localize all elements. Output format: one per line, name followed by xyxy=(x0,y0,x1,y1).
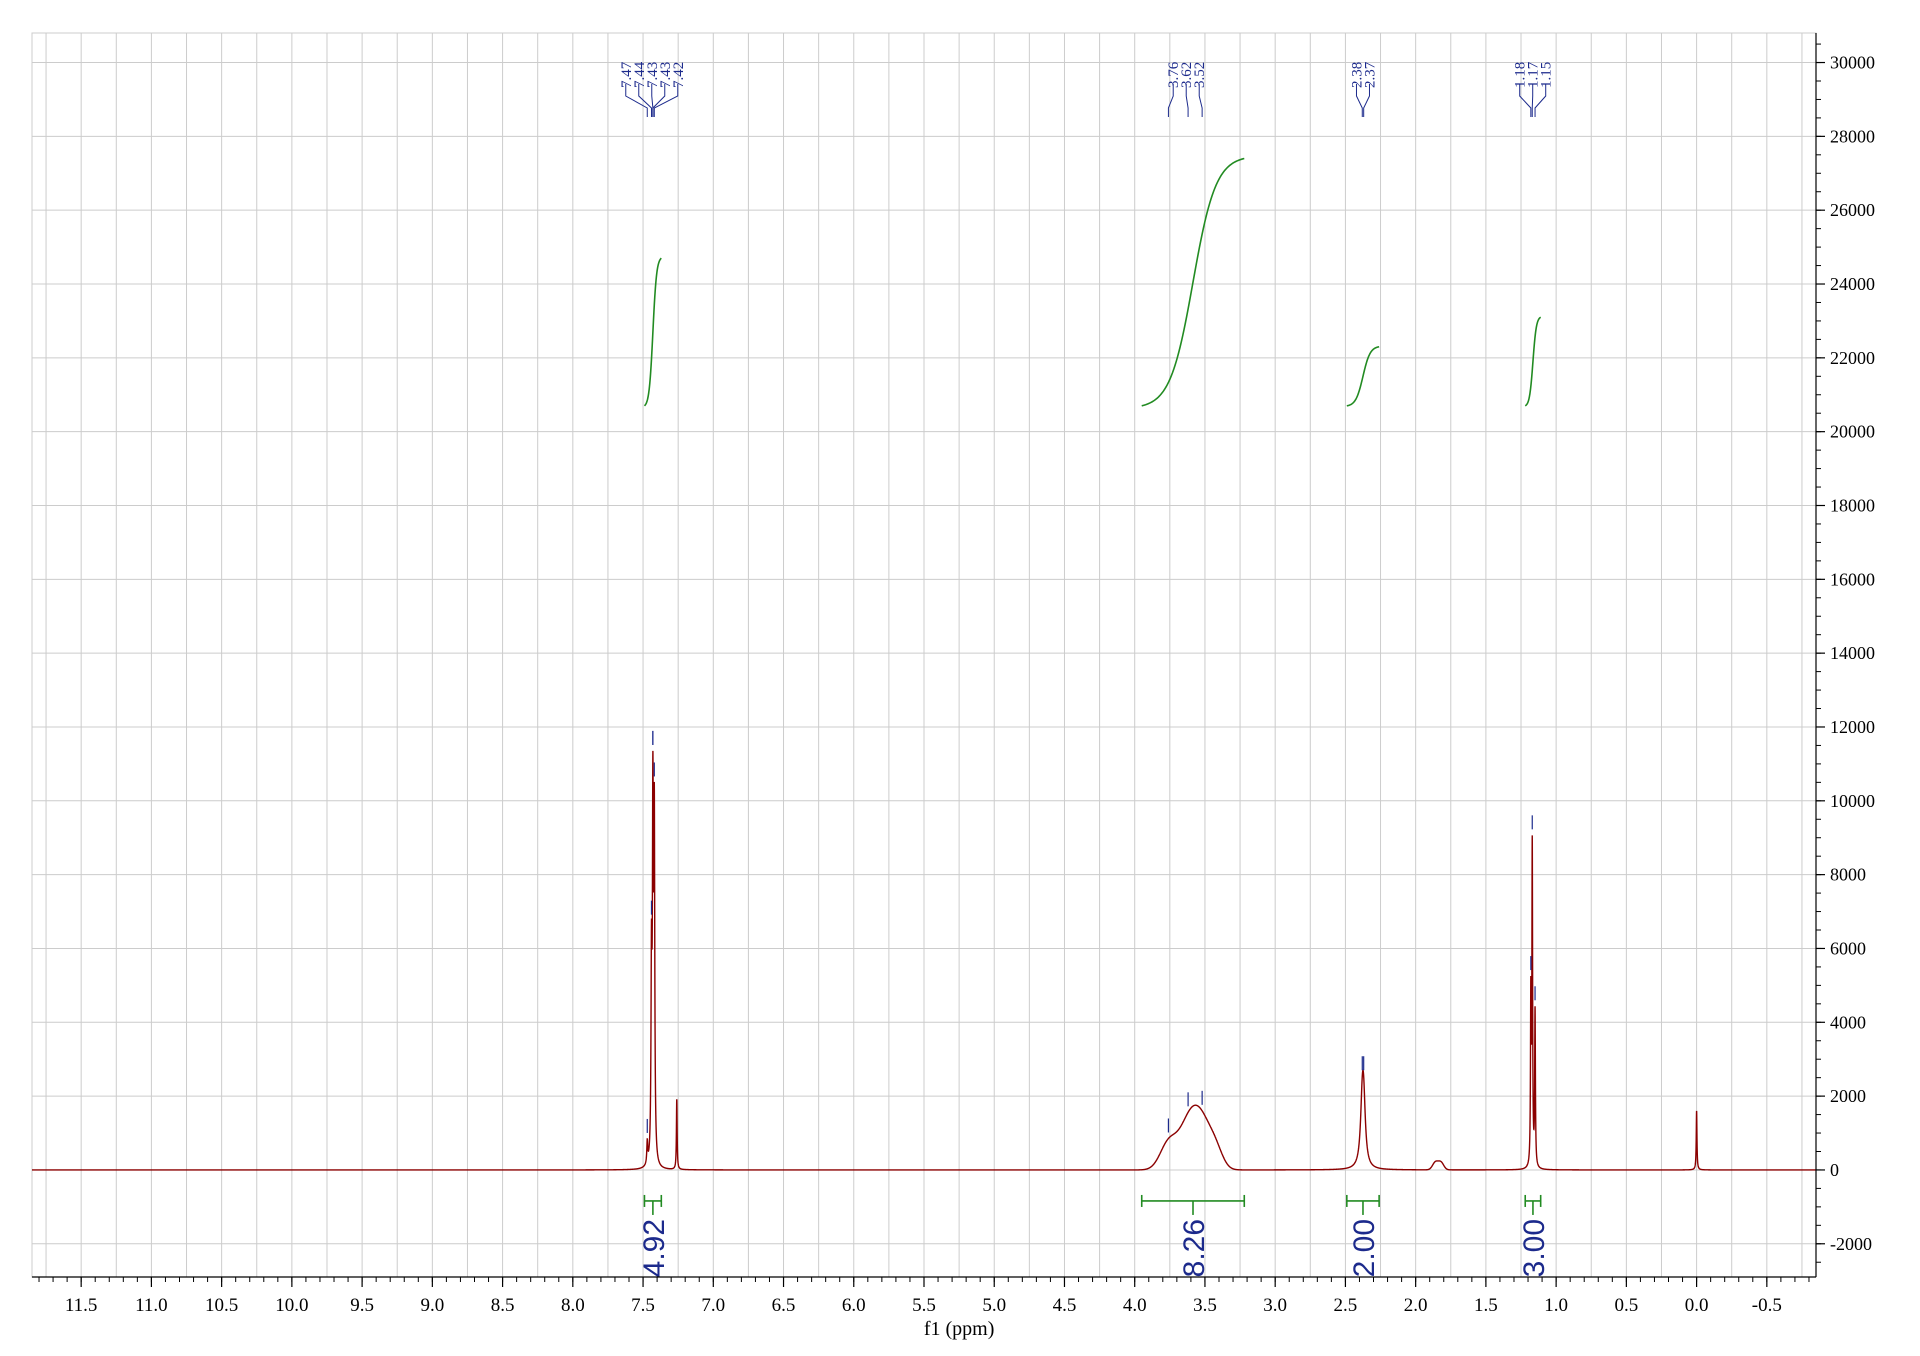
y-tick-label: 24000 xyxy=(1830,274,1875,294)
integral-value-label: 8.26 xyxy=(1178,1219,1211,1277)
x-tick-label: 7.5 xyxy=(631,1295,655,1316)
y-tick-label: 4000 xyxy=(1830,1012,1866,1032)
x-tick-label: 0.0 xyxy=(1685,1295,1709,1316)
x-tick-label: 0.5 xyxy=(1614,1295,1638,1316)
y-tick-label: 12000 xyxy=(1830,717,1875,737)
integral-curve xyxy=(1346,345,1380,407)
x-tick-label: 7.0 xyxy=(701,1295,725,1316)
integral-curve xyxy=(1524,316,1542,407)
integral-curve xyxy=(643,257,662,407)
integral-curve xyxy=(1141,157,1245,407)
x-tick-label: 8.5 xyxy=(491,1295,515,1316)
axes: 11.5 11.0 10.5 10.0 9.5 9.0 8.5 8.0 7.5 7.0 6.5 6.0… xyxy=(32,33,1875,1316)
peak-label: 2.37 xyxy=(1362,61,1378,88)
y-tick-label: 22000 xyxy=(1830,348,1875,368)
integral-value-label: 4.92 xyxy=(638,1219,671,1277)
x-tick-label: 10.0 xyxy=(275,1295,308,1316)
integral-bars: 4.92 8.26 2.00 3.00 xyxy=(638,1194,1551,1277)
x-tick-label: 5.5 xyxy=(912,1295,936,1316)
y-tick-label: 28000 xyxy=(1830,126,1875,146)
x-tick-label: 4.5 xyxy=(1053,1295,1077,1316)
y-tick-label: -2000 xyxy=(1830,1234,1872,1254)
nmr-spectrum-chart: 7.477.447.437.437.42 3.763.623.52 2.382.37… xyxy=(31,32,1875,1340)
peak-label: 7.42 xyxy=(671,62,687,88)
x-tick-label: 1.0 xyxy=(1544,1295,1568,1316)
peak-label: 3.52 xyxy=(1192,62,1208,88)
x-tick-label: 10.5 xyxy=(205,1295,238,1316)
integral-curves xyxy=(643,157,1542,407)
peak-labels: 7.477.447.437.437.42 3.763.623.52 2.382.37… xyxy=(619,61,1555,1133)
y-tick-label: 30000 xyxy=(1830,53,1875,73)
x-axis-label: f1 (ppm) xyxy=(924,1318,995,1340)
x-tick-label: 6.0 xyxy=(842,1295,866,1316)
y-tick-label: 0 xyxy=(1830,1160,1839,1180)
x-tick-label: -0.5 xyxy=(1752,1295,1782,1316)
grid xyxy=(31,32,1817,1278)
integral-value-label: 3.00 xyxy=(1518,1219,1551,1277)
integral-value-label: 2.00 xyxy=(1348,1219,1381,1277)
y-tick-label: 14000 xyxy=(1830,643,1875,663)
y-tick-label: 16000 xyxy=(1830,569,1875,589)
x-tick-label: 11.0 xyxy=(135,1295,168,1316)
y-tick-label: 20000 xyxy=(1830,422,1875,442)
y-tick-label: 10000 xyxy=(1830,791,1875,811)
y-tick-label: 26000 xyxy=(1830,200,1875,220)
x-tick-label: 2.5 xyxy=(1334,1295,1358,1316)
x-tick-label: 3.0 xyxy=(1263,1295,1287,1316)
x-tick-label: 11.5 xyxy=(65,1295,98,1316)
y-tick-label: 6000 xyxy=(1830,938,1866,958)
x-tick-label: 9.0 xyxy=(420,1295,444,1316)
x-tick-label: 4.0 xyxy=(1123,1295,1147,1316)
x-tick-label: 5.0 xyxy=(982,1295,1006,1316)
x-tick-label: 1.5 xyxy=(1474,1295,1498,1316)
y-tick-label: 2000 xyxy=(1830,1086,1866,1106)
x-tick-label: 9.5 xyxy=(350,1295,374,1316)
y-tick-label: 8000 xyxy=(1830,865,1866,885)
y-tick-label: 18000 xyxy=(1830,495,1875,515)
x-tick-label: 3.5 xyxy=(1193,1295,1217,1316)
x-tick-label: 6.5 xyxy=(772,1295,796,1316)
x-tick-label: 8.0 xyxy=(561,1295,585,1316)
x-tick-label: 2.0 xyxy=(1404,1295,1428,1316)
peak-label: 1.15 xyxy=(1539,62,1555,88)
